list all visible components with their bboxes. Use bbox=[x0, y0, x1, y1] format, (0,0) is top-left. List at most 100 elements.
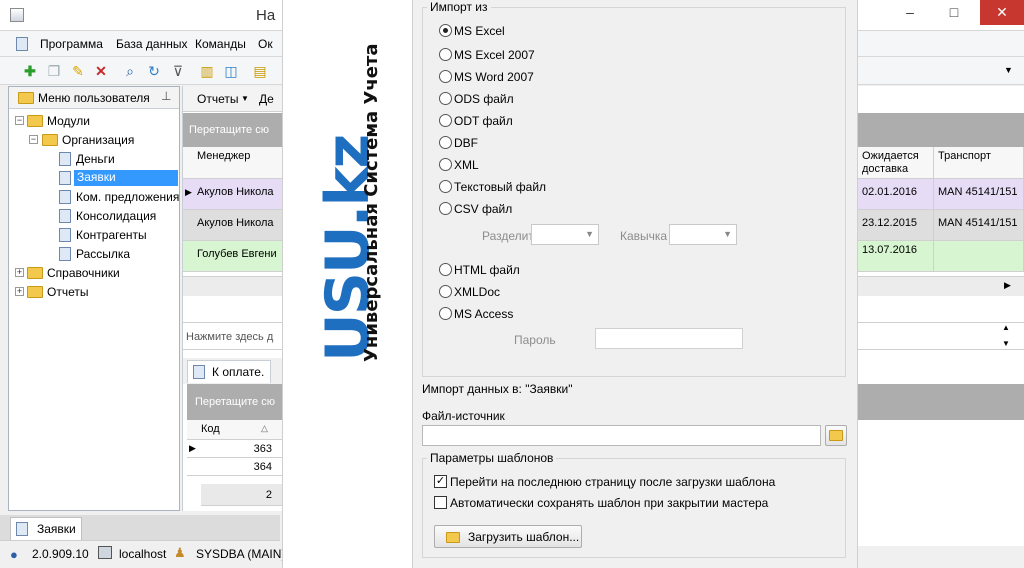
group-panel[interactable] bbox=[858, 113, 1024, 147]
tree-item-contractors[interactable]: Контрагенты bbox=[76, 228, 147, 242]
menu-commands[interactable]: Команды bbox=[195, 37, 246, 51]
radio-csv[interactable] bbox=[439, 202, 452, 215]
separator-combo[interactable]: ▼ bbox=[531, 224, 599, 245]
column-header-code[interactable]: Код △ bbox=[187, 420, 283, 440]
template-params-title: Параметры шаблонов bbox=[427, 451, 557, 465]
radio-ods[interactable] bbox=[439, 92, 452, 105]
format-label[interactable]: ODT файл bbox=[454, 114, 513, 128]
table-cell[interactable]: 13.07.2016 bbox=[858, 241, 934, 272]
table-row[interactable]: ▶ 363 bbox=[187, 440, 283, 458]
password-field[interactable] bbox=[595, 328, 743, 349]
radio-ms-word-2007[interactable] bbox=[439, 70, 452, 83]
autosave-template-checkbox[interactable] bbox=[434, 496, 447, 509]
radio-xml[interactable] bbox=[439, 158, 452, 171]
load-template-button[interactable]: Загрузить шаблон... bbox=[434, 525, 582, 548]
tree-item-money[interactable]: Деньги bbox=[76, 152, 115, 166]
quote-combo[interactable]: ▼ bbox=[669, 224, 737, 245]
delete-icon[interactable]: ✕ bbox=[93, 63, 109, 79]
collapse-icon[interactable]: − bbox=[15, 116, 24, 125]
tree-item-offers[interactable]: Ком. предложения bbox=[76, 190, 179, 204]
refresh-icon[interactable]: ↻ bbox=[146, 63, 162, 79]
table-cell[interactable] bbox=[934, 241, 1024, 272]
comment-field[interactable]: ▲ ▼ bbox=[858, 322, 1024, 350]
add-icon[interactable]: ✚ bbox=[22, 63, 38, 79]
radio-html[interactable] bbox=[439, 263, 452, 276]
tree-item-organization[interactable]: Организация bbox=[62, 133, 134, 147]
group-panel[interactable] bbox=[858, 384, 1024, 420]
radio-odt[interactable] bbox=[439, 114, 452, 127]
radio-ms-excel[interactable] bbox=[439, 24, 452, 37]
collapse-icon[interactable]: − bbox=[29, 135, 38, 144]
minimize-button[interactable]: – bbox=[888, 0, 932, 25]
format-label[interactable]: DBF bbox=[454, 136, 478, 150]
format-label[interactable]: CSV файл bbox=[454, 202, 512, 216]
export-icon[interactable]: ▤ bbox=[252, 63, 268, 79]
table-row[interactable]: ▶ Акулов Никола bbox=[183, 179, 283, 210]
autosave-template-label[interactable]: Автоматически сохранять шаблон при закры… bbox=[450, 496, 768, 510]
message-icon[interactable]: ◫ bbox=[223, 63, 239, 79]
horizontal-scrollbar[interactable] bbox=[183, 276, 283, 296]
tree-item-references[interactable]: Справочники bbox=[47, 266, 120, 280]
table-row[interactable]: 364 bbox=[187, 458, 283, 476]
tree-item-consolidation[interactable]: Консолидация bbox=[76, 209, 156, 223]
menu-program[interactable]: Программа bbox=[40, 37, 103, 51]
scroll-down-icon[interactable]: ▼ bbox=[1002, 339, 1010, 348]
format-label[interactable]: MS Excel bbox=[454, 24, 505, 38]
toolbar-dropdown-icon[interactable]: ▼ bbox=[1004, 65, 1013, 75]
comment-field[interactable]: Нажмите здесь д bbox=[183, 322, 283, 350]
radio-ms-excel-2007[interactable] bbox=[439, 48, 452, 61]
table-row[interactable]: Голубев Евгени bbox=[183, 241, 283, 272]
tree-item-reports[interactable]: Отчеты bbox=[47, 285, 88, 299]
horizontal-scrollbar[interactable]: ▶ bbox=[858, 276, 1024, 296]
column-header-manager[interactable]: Менеджер bbox=[183, 147, 283, 179]
tree-item-mailing[interactable]: Рассылка bbox=[76, 247, 130, 261]
close-button[interactable]: ✕ bbox=[980, 0, 1024, 25]
format-label[interactable]: MS Access bbox=[454, 307, 513, 321]
report-icon[interactable]: ▥ bbox=[199, 63, 215, 79]
radio-dbf[interactable] bbox=[439, 136, 452, 149]
scroll-up-icon[interactable]: ▲ bbox=[1002, 323, 1010, 332]
table-cell[interactable]: MAN 45141/151 bbox=[934, 210, 1024, 241]
radio-xmldoc[interactable] bbox=[439, 285, 452, 298]
format-label[interactable]: MS Word 2007 bbox=[454, 70, 534, 84]
format-label[interactable]: ODS файл bbox=[454, 92, 514, 106]
copy-icon[interactable]: ❐ bbox=[46, 63, 62, 79]
radio-text[interactable] bbox=[439, 180, 452, 193]
tree-item-modules[interactable]: Модули bbox=[47, 114, 90, 128]
browse-button[interactable] bbox=[825, 425, 847, 446]
search-icon[interactable]: ⌕ bbox=[122, 63, 138, 79]
table-cell[interactable]: MAN 45141/151 bbox=[934, 179, 1024, 210]
table-icon bbox=[193, 365, 205, 379]
source-file-input[interactable] bbox=[422, 425, 821, 446]
separator-label: Разделит bbox=[482, 229, 534, 243]
edit-icon[interactable]: ✎ bbox=[70, 63, 86, 79]
menu-database[interactable]: База данных bbox=[116, 37, 187, 51]
table-cell[interactable]: 23.12.2015 bbox=[858, 210, 934, 241]
column-header-delivery[interactable]: Ожидается доставка bbox=[858, 147, 934, 179]
menu-windows[interactable]: Ок bbox=[258, 37, 273, 51]
expand-icon[interactable]: + bbox=[15, 268, 24, 277]
tab-requests[interactable]: Заявки bbox=[10, 517, 82, 540]
radio-ms-access[interactable] bbox=[439, 307, 452, 320]
goto-last-page-label[interactable]: Перейти на последнюю страницу после загр… bbox=[450, 475, 775, 489]
format-label[interactable]: Текстовый файл bbox=[454, 180, 546, 194]
pin-icon[interactable]: ⊥ bbox=[161, 89, 171, 103]
table-row[interactable]: Акулов Никола bbox=[183, 210, 283, 241]
format-label[interactable]: XML bbox=[454, 158, 479, 172]
tab-payment[interactable]: К оплате. bbox=[187, 360, 271, 383]
group-panel[interactable]: Перетащите сю bbox=[187, 384, 283, 420]
group-panel[interactable]: Перетащите сю bbox=[183, 113, 283, 147]
table-cell[interactable]: 02.01.2016 bbox=[858, 179, 934, 210]
tree-item-requests[interactable]: Заявки bbox=[74, 170, 178, 186]
format-label[interactable]: XMLDoc bbox=[454, 285, 500, 299]
scroll-right-icon[interactable]: ▶ bbox=[1004, 280, 1011, 291]
expand-icon[interactable]: + bbox=[15, 287, 24, 296]
reports-dropdown[interactable]: Отчеты bbox=[197, 92, 238, 106]
filter-icon[interactable]: ⊽ bbox=[170, 63, 186, 79]
maximize-button[interactable]: □ bbox=[932, 0, 976, 25]
actions-dropdown[interactable]: Де bbox=[259, 92, 274, 106]
format-label[interactable]: HTML файл bbox=[454, 263, 520, 277]
column-header-transport[interactable]: Транспорт bbox=[934, 147, 1024, 179]
goto-last-page-checkbox[interactable]: ✓ bbox=[434, 475, 447, 488]
format-label[interactable]: MS Excel 2007 bbox=[454, 48, 535, 62]
